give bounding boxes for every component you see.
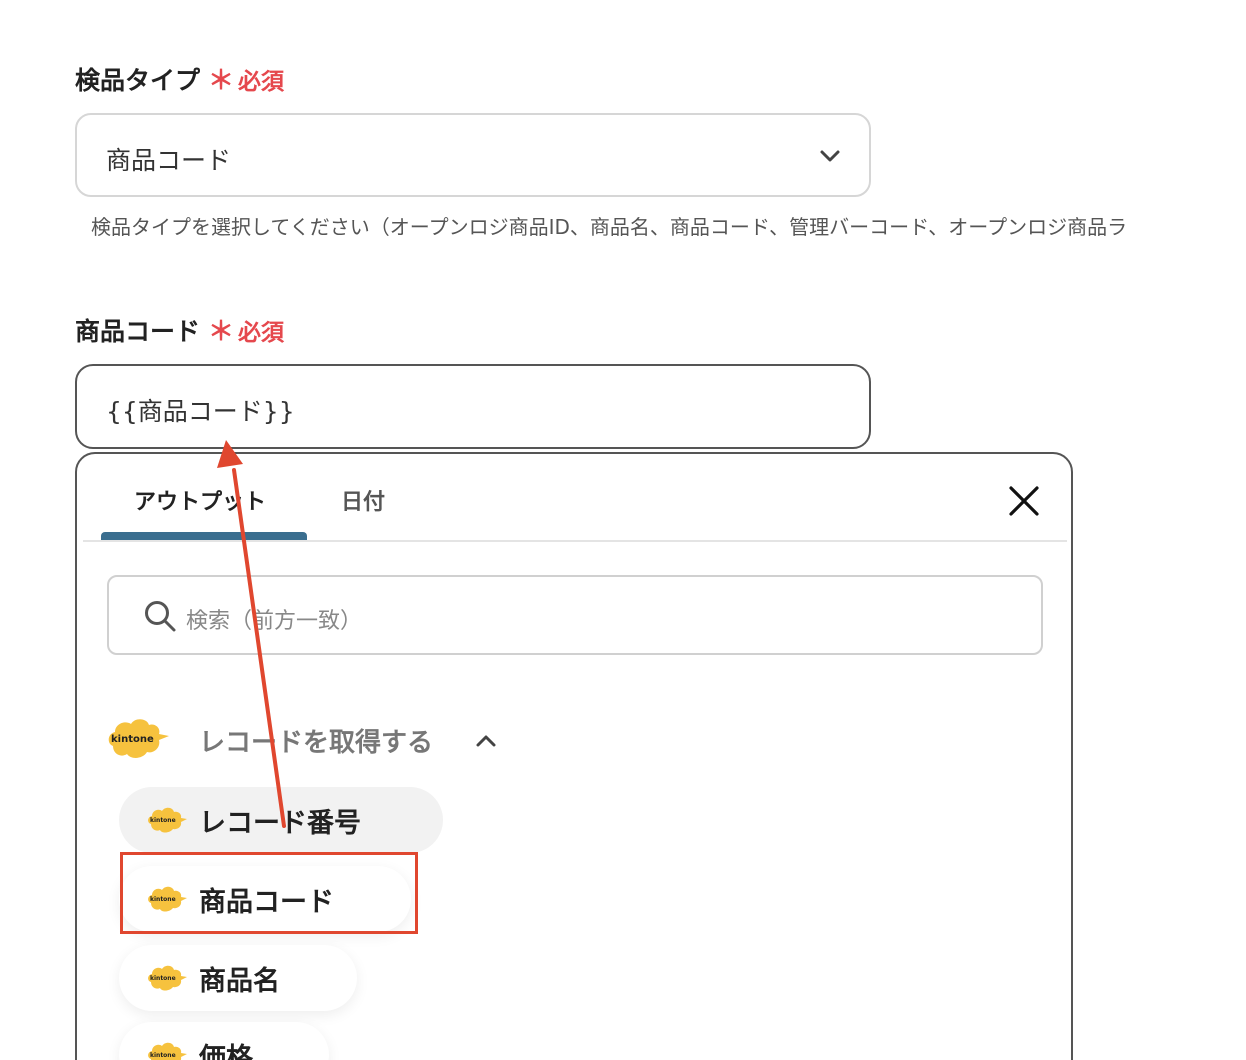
logo-text: kintone bbox=[150, 817, 176, 824]
chevron-down-icon bbox=[820, 150, 840, 162]
output-item-price[interactable]: kintone 価格 bbox=[119, 1022, 329, 1060]
required-text: 必須 bbox=[238, 320, 285, 346]
help-text: 検品タイプを選択してください（オープンロジ商品ID、商品名、商品コード、管理バー… bbox=[91, 215, 1128, 239]
active-tab-indicator bbox=[101, 532, 307, 540]
search-icon bbox=[145, 601, 176, 632]
kintone-logo-icon: kintone bbox=[148, 965, 187, 991]
logo-text: kintone bbox=[111, 734, 154, 745]
chevron-up-icon[interactable] bbox=[475, 730, 497, 752]
annotation-highlight-box bbox=[120, 852, 418, 934]
group-title: レコードを取得する bbox=[199, 728, 434, 758]
required-asterisk: ＊ bbox=[208, 66, 235, 96]
input-value: {{商品コード}} bbox=[106, 397, 295, 426]
required-text: 必須 bbox=[238, 69, 285, 95]
required-asterisk: ＊ bbox=[208, 317, 235, 347]
output-item-product-name[interactable]: kintone 商品名 bbox=[119, 945, 357, 1011]
tab-date[interactable]: 日付 bbox=[341, 484, 385, 516]
output-item-record-number[interactable]: kintone レコード番号 bbox=[119, 787, 443, 853]
product-code-input[interactable]: {{商品コード}} bbox=[75, 364, 871, 449]
tab-output[interactable]: アウトプット bbox=[134, 484, 266, 516]
select-value: 商品コード bbox=[106, 146, 232, 175]
item-label: 価格 bbox=[199, 1043, 253, 1060]
output-picker-popup: アウトプット 日付 検索（前方一致） kintone レコードを取得する kin… bbox=[75, 452, 1073, 1060]
field-label-product-code: 商品コード＊必須 bbox=[75, 311, 284, 348]
field-label-inspection-type: 検品タイプ＊必須 bbox=[75, 60, 284, 97]
field-label-text: 商品コード bbox=[75, 317, 201, 346]
item-label: レコード番号 bbox=[199, 808, 361, 839]
required-badge: ＊必須 bbox=[208, 66, 285, 96]
kintone-logo-icon: kintone bbox=[108, 719, 169, 758]
logo-text: kintone bbox=[150, 975, 176, 982]
field-label-text: 検品タイプ bbox=[75, 66, 201, 95]
kintone-logo-icon: kintone bbox=[148, 807, 187, 833]
search-input[interactable]: 検索（前方一致） bbox=[107, 575, 1043, 655]
tab-divider bbox=[83, 540, 1067, 542]
inspection-type-select[interactable]: 商品コード bbox=[75, 113, 871, 197]
kintone-logo-icon: kintone bbox=[148, 1042, 187, 1060]
search-placeholder: 検索（前方一致） bbox=[186, 609, 363, 634]
close-icon[interactable] bbox=[1007, 484, 1041, 518]
required-badge: ＊必須 bbox=[208, 317, 285, 347]
item-label: 商品名 bbox=[199, 966, 280, 997]
group-header-get-record[interactable]: kintone レコードを取得する bbox=[107, 716, 527, 764]
logo-text: kintone bbox=[150, 1052, 176, 1059]
page: 検品タイプ＊必須 商品コード 検品タイプを選択してください（オープンロジ商品ID… bbox=[0, 0, 1246, 1060]
